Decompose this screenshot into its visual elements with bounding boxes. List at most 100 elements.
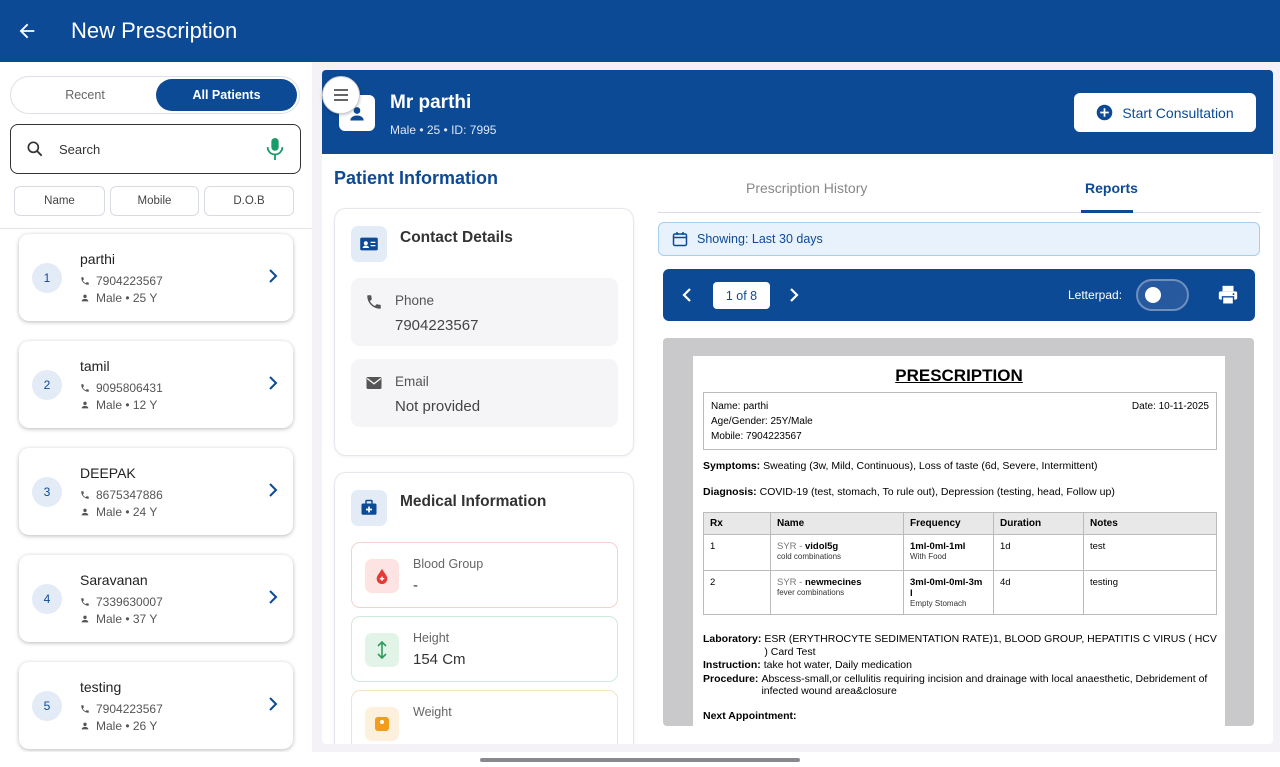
page-indicator: 1 of 8: [713, 282, 770, 309]
height-field: Height 154 Cm: [351, 616, 618, 682]
chevron-right-icon: [269, 697, 278, 711]
chevron-right-icon: [269, 376, 278, 390]
doc-diagnosis: Diagnosis: COVID-19 (test, stomach, To r…: [703, 486, 1115, 498]
doc-orders: Laboratory: ESR (ERYTHROCYTE SEDIMENTATIO…: [703, 633, 1218, 722]
medical-information-card: Medical Information Blood Group - Height…: [334, 472, 634, 744]
letterpad-toggle[interactable]: [1136, 279, 1189, 311]
patient-information-heading: Patient Information: [334, 168, 499, 188]
divider: [0, 228, 312, 229]
add-circle-icon: [1097, 104, 1113, 121]
patient-detail-panel: Mr parthi Male • 25 • ID: 7995 Start Con…: [322, 70, 1273, 744]
phone-icon: [81, 598, 89, 606]
height-arrow-icon: [365, 633, 399, 667]
patient-name: DEEPAK: [80, 465, 136, 481]
phone-value: 7904223567: [395, 317, 479, 334]
search-placeholder: Search: [59, 141, 101, 157]
col-rx: Rx: [703, 512, 771, 535]
active-tab-indicator: [1081, 210, 1133, 213]
start-consultation-label: Start Consultation: [1122, 104, 1234, 121]
email-label: Email: [395, 374, 429, 389]
weight-field: Weight: [351, 690, 618, 744]
weight-scale-icon: [365, 707, 399, 741]
patient-card[interactable]: 3 DEEPAK 8675347886 Male • 24 Y: [19, 448, 293, 535]
doc-title: PRESCRIPTION: [895, 366, 1023, 385]
doc-instruction: Instruction: take hot water, Daily medica…: [703, 659, 912, 671]
patient-title: Mr parthi: [390, 92, 472, 113]
patient-demographics: Male • 24 Y: [80, 505, 157, 519]
phone-icon: [367, 295, 381, 309]
patient-demographics: Male • 26 Y: [80, 719, 157, 733]
phone-icon: [81, 384, 89, 392]
table-row: 2 SYR - newmecines fever combinations 3ml…: [703, 570, 1217, 615]
back-button[interactable]: [0, 0, 54, 62]
app-bar: New Prescription: [0, 0, 1280, 62]
doc-next-appointment: Next Appointment:: [703, 709, 797, 722]
record-tabs: Prescription History Reports: [658, 168, 1261, 213]
phone-field: Phone 7904223567: [351, 278, 618, 346]
start-consultation-button[interactable]: Start Consultation: [1074, 93, 1256, 132]
chevron-right-icon[interactable]: [787, 286, 801, 304]
home-indicator[interactable]: [480, 758, 800, 762]
blood-group-field: Blood Group -: [351, 542, 618, 608]
patient-card[interactable]: 4 Saravanan 7339630007 Male • 37 Y: [19, 555, 293, 642]
print-icon[interactable]: [1217, 284, 1239, 306]
table-row: 1 SYR - vidol5g cold combinations 1ml-0ml…: [703, 534, 1217, 571]
tab-recent[interactable]: Recent: [13, 79, 157, 111]
patient-card[interactable]: 5 testing 7904223567 Male • 26 Y: [19, 662, 293, 749]
microphone-icon[interactable]: [264, 136, 286, 162]
medical-information-title: Medical Information: [400, 493, 547, 510]
patient-name: Saravanan: [80, 572, 148, 588]
toggle-knob: [1145, 287, 1161, 303]
menu-icon: [334, 89, 348, 101]
weight-label: Weight: [413, 705, 452, 719]
col-notes: Notes: [1083, 512, 1217, 535]
person-icon: [81, 615, 89, 623]
blood-drop-icon: [365, 559, 399, 593]
doc-medication-table: Rx Name Frequency Duration Notes 1 SYR -…: [703, 512, 1217, 615]
doc-date: Date: 10-11-2025: [1131, 401, 1209, 412]
person-icon: [81, 508, 89, 516]
contact-details-title: Contact Details: [400, 229, 513, 246]
blood-group-label: Blood Group: [413, 557, 484, 571]
search-input[interactable]: Search: [10, 124, 301, 174]
chevron-left-icon[interactable]: [680, 286, 694, 304]
arrow-left-icon: [19, 23, 35, 39]
patient-list-panel: Recent All Patients Search Name Mobile D…: [0, 62, 312, 752]
patient-number: 5: [32, 691, 62, 721]
patient-name: tamil: [80, 358, 110, 374]
person-icon: [81, 294, 89, 302]
doc-patient-info: Name: parthi Age/Gender: 25Y/Male Mobile…: [703, 392, 1217, 450]
email-field: Email Not provided: [351, 359, 618, 427]
person-icon: [81, 401, 89, 409]
doc-age: Age/Gender: 25Y/Male: [711, 416, 813, 427]
search-icon: [27, 141, 43, 157]
chevron-right-icon: [269, 483, 278, 497]
filter-name[interactable]: Name: [14, 186, 105, 216]
patient-number: 2: [32, 370, 62, 400]
phone-label: Phone: [395, 293, 435, 308]
doc-procedure: Procedure: Abscess-small,or cellulitis re…: [703, 672, 1208, 698]
search-by-filters: Name Mobile D.O.B: [14, 186, 300, 216]
tab-prescription-history[interactable]: Prescription History: [746, 180, 867, 196]
patient-number: 3: [32, 477, 62, 507]
patient-card[interactable]: 1 parthi 7904223567 Male • 25 Y: [19, 234, 293, 321]
tab-all-patients[interactable]: All Patients: [156, 79, 297, 111]
page-title: New Prescription: [71, 18, 238, 43]
contact-card-icon: [351, 226, 387, 262]
col-name: Name: [770, 512, 904, 535]
patient-phone: 7339630007: [80, 595, 163, 609]
phone-icon: [81, 705, 89, 713]
contact-details-card: Contact Details Phone 7904223567 Email N…: [334, 208, 634, 456]
patient-demographics: Male • 37 Y: [80, 612, 157, 626]
filter-mobile[interactable]: Mobile: [110, 186, 199, 216]
doc-laboratory: Laboratory: ESR (ERYTHROCYTE SEDIMENTATIO…: [703, 633, 1217, 658]
menu-button[interactable]: [322, 76, 360, 114]
patient-number: 1: [32, 263, 62, 293]
calendar-icon: [672, 232, 688, 247]
patient-number: 4: [32, 584, 62, 614]
date-range-banner[interactable]: Showing: Last 30 days: [658, 222, 1260, 256]
tab-reports[interactable]: Reports: [1085, 180, 1138, 196]
patient-card[interactable]: 2 tamil 9095806431 Male • 12 Y: [19, 341, 293, 428]
filter-dob[interactable]: D.O.B: [204, 186, 294, 216]
phone-icon: [81, 491, 89, 499]
